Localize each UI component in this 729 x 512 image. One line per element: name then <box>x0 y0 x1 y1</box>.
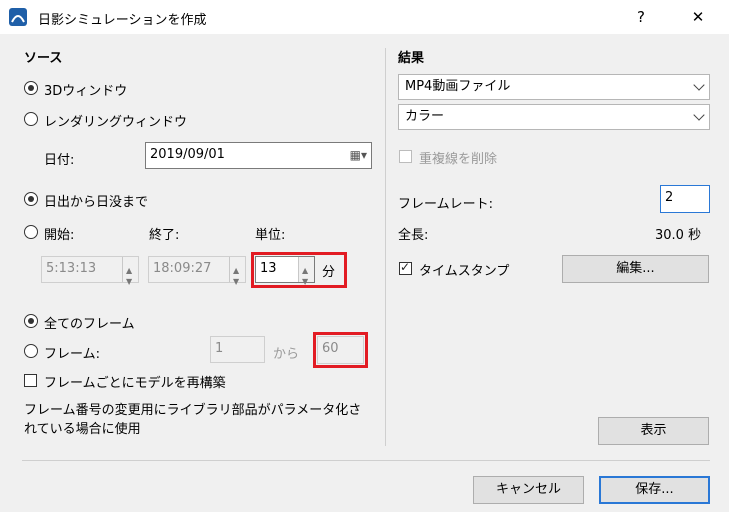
radio-start[interactable] <box>24 225 38 239</box>
title-bar: 日影シミュレーションを作成 ? ✕ <box>0 0 729 34</box>
radio-all-frames-label[interactable]: 全てのフレーム <box>44 313 135 332</box>
frame-rate-field[interactable]: 2 <box>660 185 710 213</box>
result-heading: 結果 <box>398 51 425 66</box>
footer-divider <box>22 460 710 461</box>
source-heading: ソース <box>24 51 63 66</box>
date-label: 日付: <box>44 153 75 168</box>
start-time-spinner[interactable]: ▲ ▼ <box>122 257 138 286</box>
chevron-down-icon <box>693 109 705 121</box>
radio-render-window-label[interactable]: レンダリングウィンドウ <box>44 111 187 130</box>
timestamp-checkbox[interactable] <box>399 260 412 275</box>
frame-from-label: から <box>273 347 300 362</box>
remove-duplicate-lines-label: 重複線を削除 <box>419 152 498 167</box>
unit-field[interactable]: 13 ▲ ▼ <box>255 256 315 286</box>
show-button[interactable]: 表示 <box>598 417 709 445</box>
help-button[interactable]: ? <box>628 6 654 28</box>
unit-spinner[interactable]: ▲ ▼ <box>298 257 314 286</box>
end-time-value: 18:09:27 <box>153 261 212 276</box>
date-value: 2019/09/01 <box>150 147 225 162</box>
calendar-icon[interactable]: ▦▾ <box>350 143 367 167</box>
radio-render-window[interactable] <box>24 112 38 126</box>
unit-suffix: 分 <box>322 265 336 280</box>
color-select[interactable]: カラー <box>398 104 710 130</box>
length-label: 全長: <box>398 228 429 243</box>
date-field[interactable]: 2019/09/01 ▦▾ <box>145 142 372 169</box>
start-time-field[interactable]: 5:13:13 ▲ ▼ <box>41 256 139 286</box>
length-value: 30.0 秒 <box>655 228 702 243</box>
remove-duplicate-lines-checkbox[interactable] <box>399 150 412 163</box>
save-button[interactable]: 保存... <box>599 476 710 504</box>
chevron-down-icon <box>693 79 705 91</box>
radio-3d-window-label[interactable]: 3Dウィンドウ <box>44 80 127 99</box>
format-select[interactable]: MP4動画ファイル <box>398 74 710 100</box>
window-title: 日影シミュレーションを作成 <box>38 13 207 28</box>
rebuild-model-label[interactable]: フレームごとにモデルを再構築 <box>44 372 226 391</box>
frame-rate-label: フレームレート: <box>398 197 493 212</box>
section-divider <box>385 48 386 446</box>
end-time-field[interactable]: 18:09:27 ▲ ▼ <box>148 256 246 286</box>
end-label: 終了: <box>149 228 180 243</box>
radio-sunrise-sunset-label[interactable]: 日出から日没まで <box>44 191 148 210</box>
radio-start-label[interactable]: 開始: <box>44 224 74 243</box>
radio-frames[interactable] <box>24 344 38 358</box>
radio-all-frames[interactable] <box>24 314 38 328</box>
start-time-value: 5:13:13 <box>46 261 97 276</box>
radio-3d-window[interactable] <box>24 81 38 95</box>
frame-to-field[interactable]: 60 <box>317 336 364 364</box>
app-logo-icon <box>9 8 27 26</box>
close-button[interactable]: ✕ <box>685 6 711 28</box>
cancel-button[interactable]: キャンセル <box>473 476 584 504</box>
color-value: カラー <box>405 109 445 124</box>
edit-button[interactable]: 編集... <box>562 255 709 283</box>
unit-label: 単位: <box>255 228 286 243</box>
radio-sunrise-sunset[interactable] <box>24 192 38 206</box>
timestamp-label[interactable]: タイムスタンプ <box>419 260 509 279</box>
note-text: フレーム番号の変更用にライブラリ部品がパラメータ化されている場合に使用 <box>24 403 362 437</box>
rebuild-model-checkbox[interactable] <box>24 374 37 387</box>
frame-from-field[interactable]: 1 <box>210 336 265 363</box>
unit-value: 13 <box>260 261 277 276</box>
format-value: MP4動画ファイル <box>405 79 511 94</box>
end-time-spinner[interactable]: ▲ ▼ <box>229 257 245 286</box>
radio-frames-label[interactable]: フレーム: <box>44 343 100 362</box>
